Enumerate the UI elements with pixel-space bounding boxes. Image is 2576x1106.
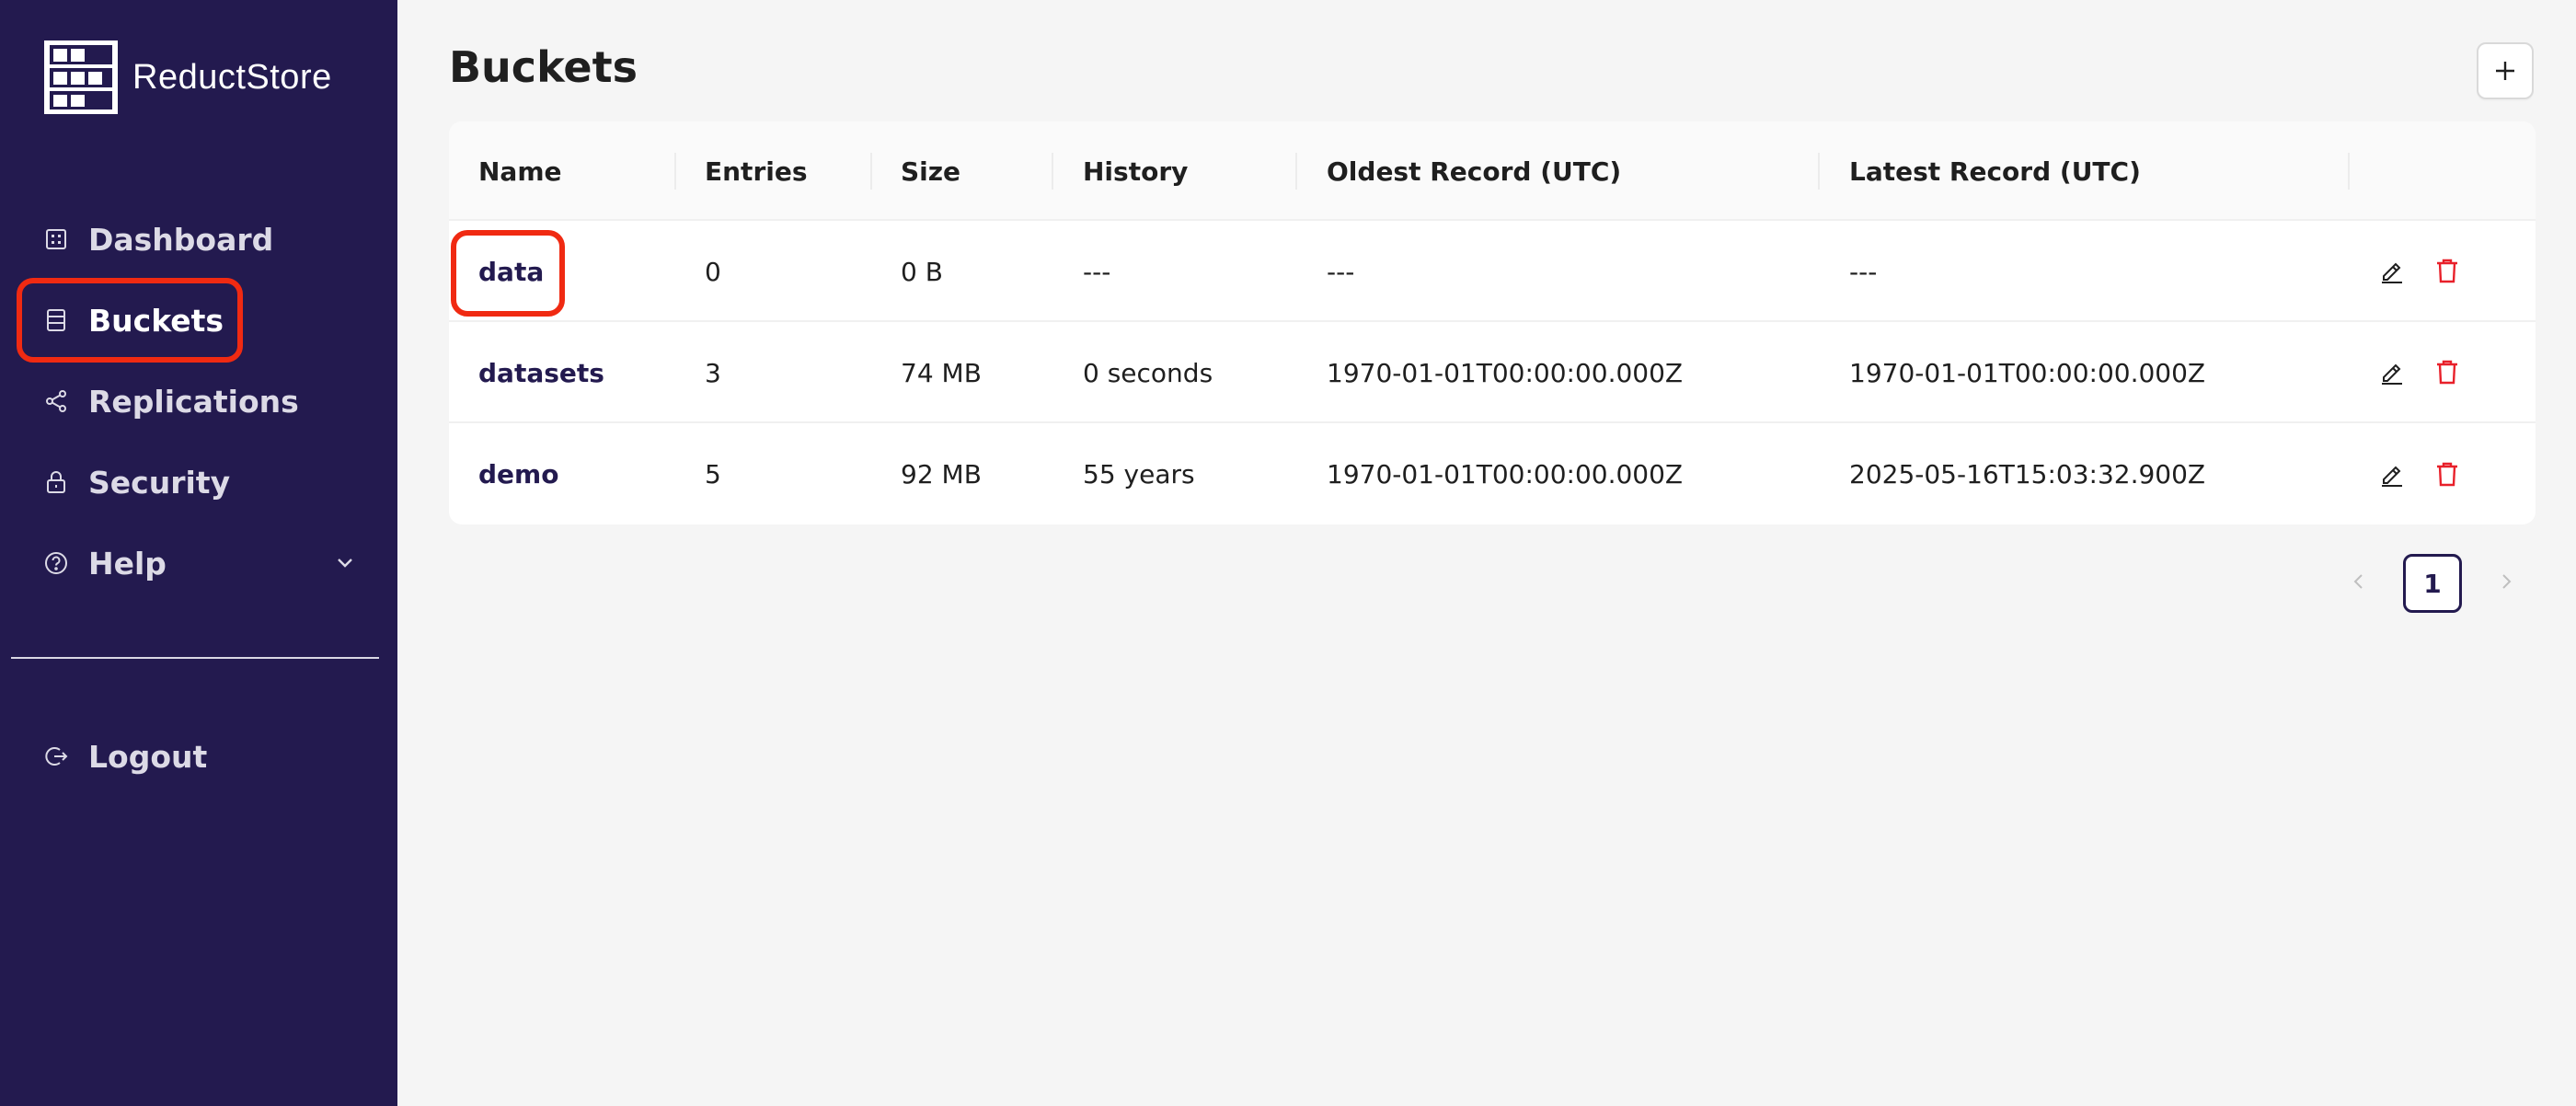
sidebar-divider <box>11 657 379 659</box>
shelves-logo-icon <box>40 37 121 118</box>
share-icon <box>44 389 68 413</box>
sidebar-item-label: Replications <box>88 383 299 420</box>
chevron-left-icon <box>2349 571 2369 592</box>
bucket-latest-record: 2025-05-16T15:03:32.900Z <box>1849 458 2206 490</box>
column-header-entries[interactable]: Entries <box>705 121 808 221</box>
app-name: ReductStore <box>132 57 332 97</box>
column-separator <box>870 153 872 190</box>
bucket-oldest-record: 1970-01-01T00:00:00.000Z <box>1327 357 1684 388</box>
column-header-size[interactable]: Size <box>901 121 960 221</box>
bucket-latest-record: 1970-01-01T00:00:00.000Z <box>1849 357 2206 388</box>
bucket-oldest-record: 1970-01-01T00:00:00.000Z <box>1327 458 1684 490</box>
table-header: Name Entries Size History Oldest Record … <box>449 121 2536 221</box>
bucket-history: 0 seconds <box>1083 357 1213 388</box>
app-logo[interactable]: ReductStore <box>40 37 332 118</box>
table-row[interactable]: data 0 0 B --- --- --- <box>449 221 2536 322</box>
logout-label: Logout <box>88 738 208 775</box>
page-title: Buckets <box>449 42 638 92</box>
column-separator <box>674 153 676 190</box>
table-row[interactable]: datasets 3 74 MB 0 seconds 1970-01-01T00… <box>449 322 2536 423</box>
column-separator <box>1295 153 1297 190</box>
bucket-name-link[interactable]: demo <box>478 423 558 524</box>
column-separator <box>2348 153 2350 190</box>
delete-icon[interactable] <box>2432 357 2462 386</box>
edit-icon[interactable] <box>2377 256 2407 285</box>
add-bucket-button[interactable] <box>2477 42 2534 99</box>
sidebar: ReductStore Dashboard Buckets Replicatio… <box>0 0 397 1106</box>
bucket-history: 55 years <box>1083 458 1195 490</box>
buckets-table: Name Entries Size History Oldest Record … <box>449 121 2536 524</box>
column-header-latest-record[interactable]: Latest Record (UTC) <box>1849 121 2141 221</box>
bucket-entries: 3 <box>705 357 721 388</box>
pagination-prev-button[interactable] <box>2340 563 2377 600</box>
logout-icon <box>44 744 68 768</box>
column-header-history[interactable]: History <box>1083 121 1188 221</box>
table-row[interactable]: demo 5 92 MB 55 years 1970-01-01T00:00:0… <box>449 423 2536 524</box>
delete-icon[interactable] <box>2432 459 2462 489</box>
bucket-size: 74 MB <box>901 357 982 388</box>
bucket-entries: 0 <box>705 256 721 287</box>
sidebar-item-dashboard[interactable]: Dashboard <box>0 210 397 269</box>
edit-icon[interactable] <box>2377 459 2407 489</box>
bucket-oldest-record: --- <box>1327 256 1355 287</box>
edit-icon[interactable] <box>2377 357 2407 386</box>
bucket-icon <box>44 308 68 332</box>
bucket-latest-record: --- <box>1849 256 1878 287</box>
sidebar-item-logout[interactable]: Logout <box>0 727 397 786</box>
sidebar-item-label: Buckets <box>88 302 224 339</box>
bucket-history: --- <box>1083 256 1111 287</box>
sidebar-item-help[interactable]: Help <box>0 534 397 593</box>
bucket-name-link[interactable]: data <box>478 221 544 322</box>
column-header-name[interactable]: Name <box>478 121 562 221</box>
bucket-size: 92 MB <box>901 458 982 490</box>
sidebar-item-replications[interactable]: Replications <box>0 372 397 431</box>
column-separator <box>1818 153 1820 190</box>
bucket-entries: 5 <box>705 458 721 490</box>
sidebar-item-security[interactable]: Security <box>0 453 397 512</box>
sidebar-item-label: Help <box>88 545 167 582</box>
bucket-name-link[interactable]: datasets <box>478 322 604 423</box>
chevron-down-icon[interactable] <box>333 551 357 575</box>
sidebar-item-buckets[interactable]: Buckets <box>0 291 397 350</box>
sidebar-item-label: Dashboard <box>88 221 274 258</box>
bucket-size: 0 B <box>901 256 943 287</box>
sidebar-item-label: Security <box>88 464 231 501</box>
dashboard-icon <box>44 227 68 251</box>
plus-icon <box>2491 57 2519 85</box>
delete-icon[interactable] <box>2432 256 2462 285</box>
column-header-oldest-record[interactable]: Oldest Record (UTC) <box>1327 121 1621 221</box>
help-circle-icon <box>44 551 68 575</box>
pagination-next-button[interactable] <box>2488 563 2524 600</box>
lock-icon <box>44 470 68 494</box>
chevron-right-icon <box>2496 571 2516 592</box>
pagination-page-current[interactable]: 1 <box>2403 554 2462 613</box>
column-separator <box>1052 153 1053 190</box>
